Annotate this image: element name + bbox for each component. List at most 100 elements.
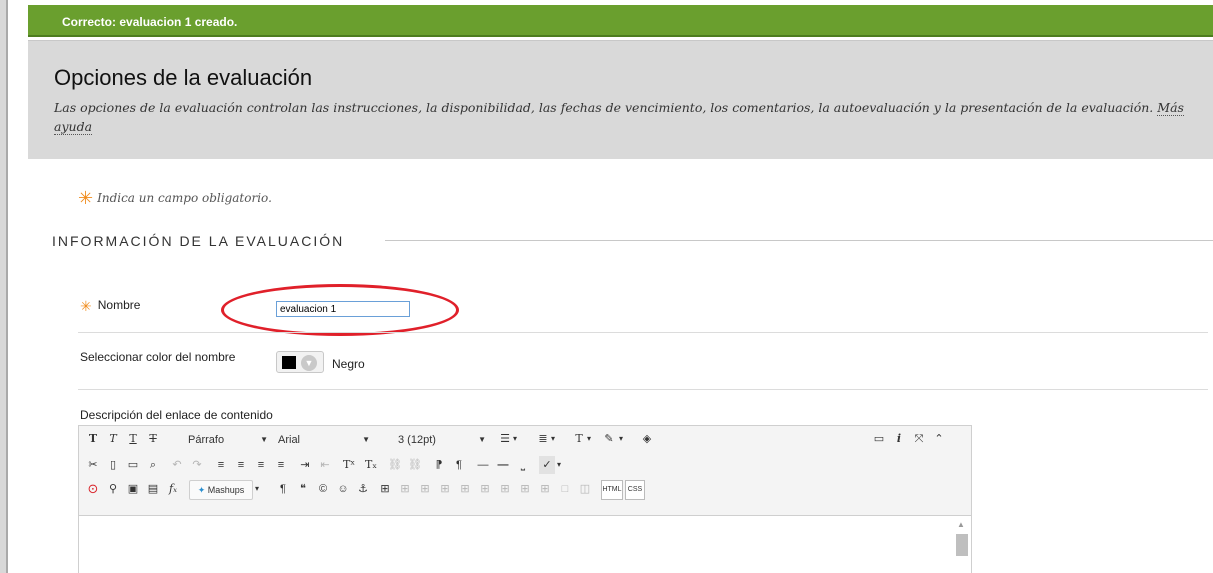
section-divider xyxy=(385,240,1213,241)
text-color-icon[interactable]: T xyxy=(571,430,587,448)
col-after-icon[interactable]: ⊞ xyxy=(517,480,533,498)
redo-icon[interactable]: ↷ xyxy=(189,456,205,474)
col-before-icon[interactable]: ⊞ xyxy=(497,480,513,498)
page-description-text: Las opciones de la evaluación controlan … xyxy=(54,100,1154,115)
left-rail xyxy=(0,0,8,573)
anchor-icon[interactable]: ⚓ xyxy=(355,480,371,498)
rtl-icon[interactable]: ¶ xyxy=(451,456,467,474)
align-right-icon[interactable]: ≡ xyxy=(253,456,269,474)
italic-icon[interactable]: T xyxy=(105,430,121,448)
required-star-icon: ✳ xyxy=(78,188,94,209)
row-before-icon[interactable]: ⊞ xyxy=(437,480,453,498)
row-divider xyxy=(78,332,1208,333)
strikethrough-icon[interactable]: T xyxy=(145,430,161,448)
name-label-text: Nombre xyxy=(97,298,141,312)
editor-content-area[interactable] xyxy=(79,515,971,573)
superscript-icon[interactable]: Tˣ xyxy=(341,456,357,474)
copy-icon[interactable]: ▯ xyxy=(105,456,121,474)
color-picker-button[interactable]: ▼ xyxy=(276,351,324,373)
undo-icon[interactable]: ↶ xyxy=(169,456,185,474)
copyright-icon[interactable]: © xyxy=(315,480,331,498)
cut-icon[interactable]: ✂ xyxy=(85,456,101,474)
insert-image-icon[interactable]: ▣ xyxy=(125,480,141,498)
paste-icon[interactable]: ▭ xyxy=(125,456,141,474)
chevron-down-icon[interactable]: ▾ xyxy=(551,430,555,448)
scroll-up-icon[interactable]: ▲ xyxy=(957,520,965,529)
thick-rule-icon[interactable]: — xyxy=(495,456,511,474)
split-cells-icon[interactable]: □ xyxy=(557,480,573,498)
outdent-icon[interactable]: ⇤ xyxy=(317,456,333,474)
align-justify-icon[interactable]: ≡ xyxy=(273,456,289,474)
chevron-down-icon[interactable]: ▾ xyxy=(255,480,259,498)
font-family-select[interactable]: Arial ▼ xyxy=(275,430,375,450)
fullscreen-icon[interactable]: ⤧ xyxy=(911,430,927,448)
size-value: 3 (12pt) xyxy=(398,434,436,446)
horizontal-rule-icon[interactable]: — xyxy=(475,456,491,474)
rich-text-editor: T T T T Párrafo ▼ Arial ▼ 3 (12pt) ▼ ☰ ▾ ≣ … xyxy=(78,425,972,573)
bold-icon[interactable]: T xyxy=(85,430,101,448)
success-notification-bar: Correcto: evaluacion 1 creado. xyxy=(28,5,1213,37)
row-after-icon[interactable]: ⊞ xyxy=(457,480,473,498)
color-value: Negro xyxy=(332,357,365,371)
chevron-down-icon: ▼ xyxy=(362,435,370,444)
nonbreaking-space-icon[interactable]: ⎵ xyxy=(515,456,531,474)
delete-col-icon[interactable]: ⊞ xyxy=(537,480,553,498)
equation-icon[interactable]: fₓ xyxy=(165,480,181,498)
delete-row-icon[interactable]: ⊞ xyxy=(477,480,493,498)
font-size-select[interactable]: 3 (12pt) ▼ xyxy=(395,430,491,450)
align-left-icon[interactable]: ≡ xyxy=(213,456,229,474)
editor-toolbar-row-3: ⊙ ⚲ ▣ ▤ fₓ ✦ Mashups ▾ ¶ ❝ © ☺ ⚓ ⊞ ⊞ ⊞ ⊞… xyxy=(79,478,971,500)
editor-scrollbar[interactable]: ▲ xyxy=(955,520,968,570)
section-title: INFORMACIÓN DE LA EVALUACIÓN xyxy=(52,233,345,249)
insert-media-icon[interactable]: ▤ xyxy=(145,480,161,498)
success-message: Correcto: evaluacion 1 creado. xyxy=(62,15,238,29)
html-button[interactable]: HTML xyxy=(601,480,623,500)
table-row-icon[interactable]: ⊞ xyxy=(397,480,413,498)
chevron-down-icon: ▼ xyxy=(260,435,268,444)
chevron-down-icon[interactable]: ▾ xyxy=(557,456,561,474)
css-button[interactable]: CSS xyxy=(625,480,645,500)
name-label: ✳ Nombre xyxy=(80,298,140,315)
mashups-icon: ✦ xyxy=(197,485,206,495)
unlink-icon[interactable]: ⛓ xyxy=(407,456,423,474)
underline-icon[interactable]: T xyxy=(125,430,141,448)
mashups-select[interactable]: ✦ Mashups xyxy=(189,480,253,500)
chevron-down-icon: ▼ xyxy=(478,435,486,444)
paragraph-mark-icon[interactable]: ¶ xyxy=(275,480,291,498)
numbered-list-icon[interactable]: ≣ xyxy=(535,430,551,448)
paragraph-value: Párrafo xyxy=(188,434,225,446)
chevron-down-icon: ▼ xyxy=(301,355,317,371)
table-cell-icon[interactable]: ⊞ xyxy=(417,480,433,498)
spellcheck-icon[interactable]: ✓ xyxy=(539,456,555,474)
chevron-down-icon[interactable]: ▾ xyxy=(587,430,591,448)
paragraph-format-select[interactable]: Párrafo ▼ xyxy=(185,430,273,450)
blockquote-icon[interactable]: ❝ xyxy=(295,480,311,498)
page-description: Las opciones de la evaluación controlan … xyxy=(54,98,1204,136)
attach-file-icon[interactable]: ⚲ xyxy=(105,480,121,498)
required-star-icon: ✳ xyxy=(80,298,92,314)
collapse-icon[interactable]: ⌃ xyxy=(931,430,947,448)
color-swatch xyxy=(282,356,296,369)
bullet-list-icon[interactable]: ☰ xyxy=(497,430,513,448)
align-center-icon[interactable]: ≡ xyxy=(233,456,249,474)
highlight-pen-icon[interactable]: ✎ xyxy=(601,430,617,448)
row-divider xyxy=(78,389,1208,390)
info-icon[interactable]: i xyxy=(891,430,907,448)
indent-icon[interactable]: ⇥ xyxy=(297,456,313,474)
description-label: Descripción del enlace de contenido xyxy=(80,408,273,422)
chevron-down-icon[interactable]: ▾ xyxy=(619,430,623,448)
subscript-icon[interactable]: Tₓ xyxy=(363,456,379,474)
preview-icon[interactable]: ▭ xyxy=(871,430,887,448)
insert-table-icon[interactable]: ⊞ xyxy=(377,480,393,498)
merge-cells-icon[interactable]: ◫ xyxy=(577,480,593,498)
chevron-down-icon[interactable]: ▾ xyxy=(513,430,517,448)
eraser-icon[interactable]: ◈ xyxy=(639,430,655,448)
find-icon[interactable]: ⌕ xyxy=(145,456,161,474)
required-field-note: ✳ Indica un campo obligatorio. xyxy=(78,188,272,209)
record-icon[interactable]: ⊙ xyxy=(85,480,101,498)
emoticon-icon[interactable]: ☺ xyxy=(335,480,351,498)
ltr-icon[interactable]: ⁋ xyxy=(431,456,447,474)
link-icon[interactable]: ⛓ xyxy=(387,456,403,474)
font-value: Arial xyxy=(278,434,301,446)
scrollbar-thumb[interactable] xyxy=(956,534,968,556)
